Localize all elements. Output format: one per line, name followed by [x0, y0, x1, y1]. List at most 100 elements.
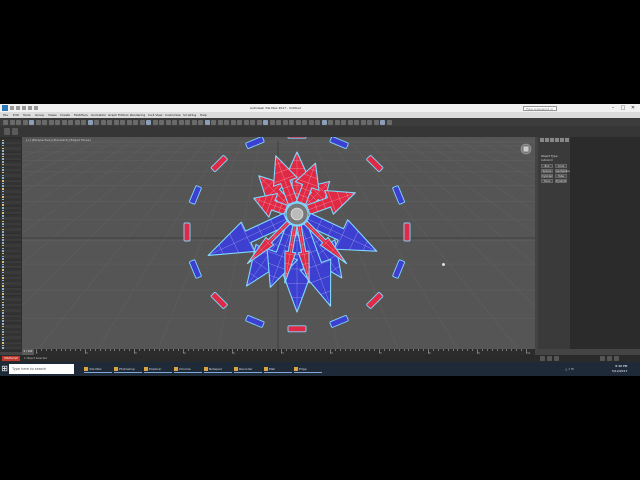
torus-button[interactable]: Torus: [541, 179, 553, 183]
viewcube-icon[interactable]: [520, 143, 532, 155]
toolbar-button[interactable]: [256, 119, 262, 125]
toolbar-button[interactable]: [211, 119, 216, 125]
box-button[interactable]: Box: [541, 164, 553, 168]
toolbar-button[interactable]: [139, 119, 145, 125]
windows-icon[interactable]: ⊞: [0, 362, 9, 376]
toolbar-button[interactable]: [48, 119, 54, 125]
toolbar-button[interactable]: [107, 119, 112, 125]
toolbar-button[interactable]: [204, 119, 210, 125]
toolbar-button[interactable]: [321, 119, 327, 125]
toolbar-button[interactable]: [152, 119, 158, 125]
toolbar-button[interactable]: [29, 119, 34, 125]
toolbar-button[interactable]: [341, 119, 346, 125]
orbit-icon[interactable]: [614, 356, 619, 361]
ribbon-modeling-icon[interactable]: [12, 128, 18, 135]
toolbar-button[interactable]: [386, 119, 392, 125]
taskbar-search-input[interactable]: Type here to search: [9, 364, 74, 374]
close-button[interactable]: ✕: [630, 105, 636, 111]
scene-explorer-row[interactable]: [1, 346, 21, 350]
minimize-button[interactable]: –: [610, 105, 616, 111]
toolbar-button[interactable]: [315, 119, 320, 125]
toolbar-button[interactable]: [347, 119, 353, 125]
pyramid-button[interactable]: Pyramid: [555, 179, 567, 183]
toolbar-button[interactable]: [276, 119, 281, 125]
toolbar-button[interactable]: [9, 119, 15, 125]
toolbar-button[interactable]: [133, 119, 138, 125]
viewport-label[interactable]: [+] [Perspective] [Standard] [Edged Face…: [26, 138, 91, 142]
toolbar-button[interactable]: [68, 119, 73, 125]
toolbar-button[interactable]: [237, 119, 242, 125]
taskbar-app[interactable]: Edge: [294, 365, 322, 373]
toolbar-button[interactable]: [159, 119, 164, 125]
toolbar-button[interactable]: [61, 119, 67, 125]
taskbar-app[interactable]: Mail: [264, 365, 292, 373]
toolbar-button[interactable]: [81, 119, 86, 125]
toolbar-button[interactable]: [178, 119, 184, 125]
toolbar-button[interactable]: [230, 119, 236, 125]
toolbar-button[interactable]: [198, 119, 203, 125]
toolbar-button[interactable]: [269, 119, 275, 125]
play-icon[interactable]: [540, 356, 545, 361]
toolbar-button[interactable]: [3, 119, 8, 125]
toolbar-button[interactable]: [74, 119, 80, 125]
redo-icon[interactable]: [34, 106, 38, 110]
motion-tab-icon[interactable]: [555, 138, 559, 142]
autogrid-checkbox[interactable]: AutoGrid: [541, 159, 552, 162]
hierarchy-tab-icon[interactable]: [550, 138, 554, 142]
maximize-button[interactable]: □: [620, 105, 626, 111]
tube-button[interactable]: Tube: [555, 174, 567, 178]
toolbar-button[interactable]: [308, 119, 314, 125]
toolbar-button[interactable]: [42, 119, 47, 125]
toolbar-button[interactable]: [302, 119, 307, 125]
toolbar-button[interactable]: [243, 119, 249, 125]
ribbon-select-icon[interactable]: [4, 128, 10, 135]
toolbar-button[interactable]: [334, 119, 340, 125]
toolbar-button[interactable]: [165, 119, 171, 125]
toolbar-button[interactable]: [191, 119, 197, 125]
toolbar-button[interactable]: [224, 119, 229, 125]
toolbar-button[interactable]: [250, 119, 255, 125]
display-tab-icon[interactable]: [560, 138, 564, 142]
cone-button[interactable]: Cone: [555, 164, 567, 168]
modify-tab-icon[interactable]: [545, 138, 549, 142]
taskbar-app[interactable]: Explorer: [144, 365, 172, 373]
key-mode-icon[interactable]: [554, 356, 559, 361]
toolbar-button[interactable]: [282, 119, 288, 125]
toolbar-button[interactable]: [120, 119, 125, 125]
system-tray[interactable]: △ ♪ ✉: [565, 365, 574, 373]
mesh-object[interactable]: [183, 137, 411, 333]
toolbar-button[interactable]: [354, 119, 359, 125]
create-tab-icon[interactable]: [540, 138, 544, 142]
cylinder-button[interactable]: Cylinder: [541, 174, 553, 178]
toolbar-button[interactable]: [367, 119, 372, 125]
toolbar-button[interactable]: [87, 119, 93, 125]
undo-icon[interactable]: [28, 106, 32, 110]
new-icon[interactable]: [10, 106, 14, 110]
taskbar-app[interactable]: 3ds Max: [84, 365, 112, 373]
save-icon[interactable]: [22, 106, 26, 110]
taskbar-app[interactable]: Photoshop: [114, 365, 142, 373]
open-icon[interactable]: [16, 106, 20, 110]
toolbar-button[interactable]: [55, 119, 60, 125]
perspective-viewport[interactable]: [+] [Perspective] [Standard] [Edged Face…: [22, 137, 535, 349]
toolbar-button[interactable]: [263, 119, 268, 125]
taskbar-app[interactable]: Recorder: [234, 365, 262, 373]
maxscript-listener[interactable]: MAXScript: [2, 356, 20, 361]
toolbar-button[interactable]: [360, 119, 366, 125]
toolbar-button[interactable]: [295, 119, 301, 125]
toolbar-button[interactable]: [217, 119, 223, 125]
taskbar-app[interactable]: Chrome: [174, 365, 202, 373]
toolbar-button[interactable]: [328, 119, 333, 125]
toolbar-button[interactable]: [373, 119, 379, 125]
toolbar-button[interactable]: [380, 119, 385, 125]
clock[interactable]: 8:46 PM 5/12/2017: [612, 364, 627, 374]
toolbar-button[interactable]: [289, 119, 294, 125]
utilities-tab-icon[interactable]: [565, 138, 569, 142]
toolbar-button[interactable]: [100, 119, 106, 125]
pan-icon[interactable]: [607, 356, 612, 361]
toolbar-button[interactable]: [113, 119, 119, 125]
app-icon[interactable]: [2, 105, 8, 111]
toolbar-button[interactable]: [172, 119, 177, 125]
toolbar-button[interactable]: [35, 119, 41, 125]
help-search-input[interactable]: Type a keyword or phrase: [523, 105, 557, 116]
